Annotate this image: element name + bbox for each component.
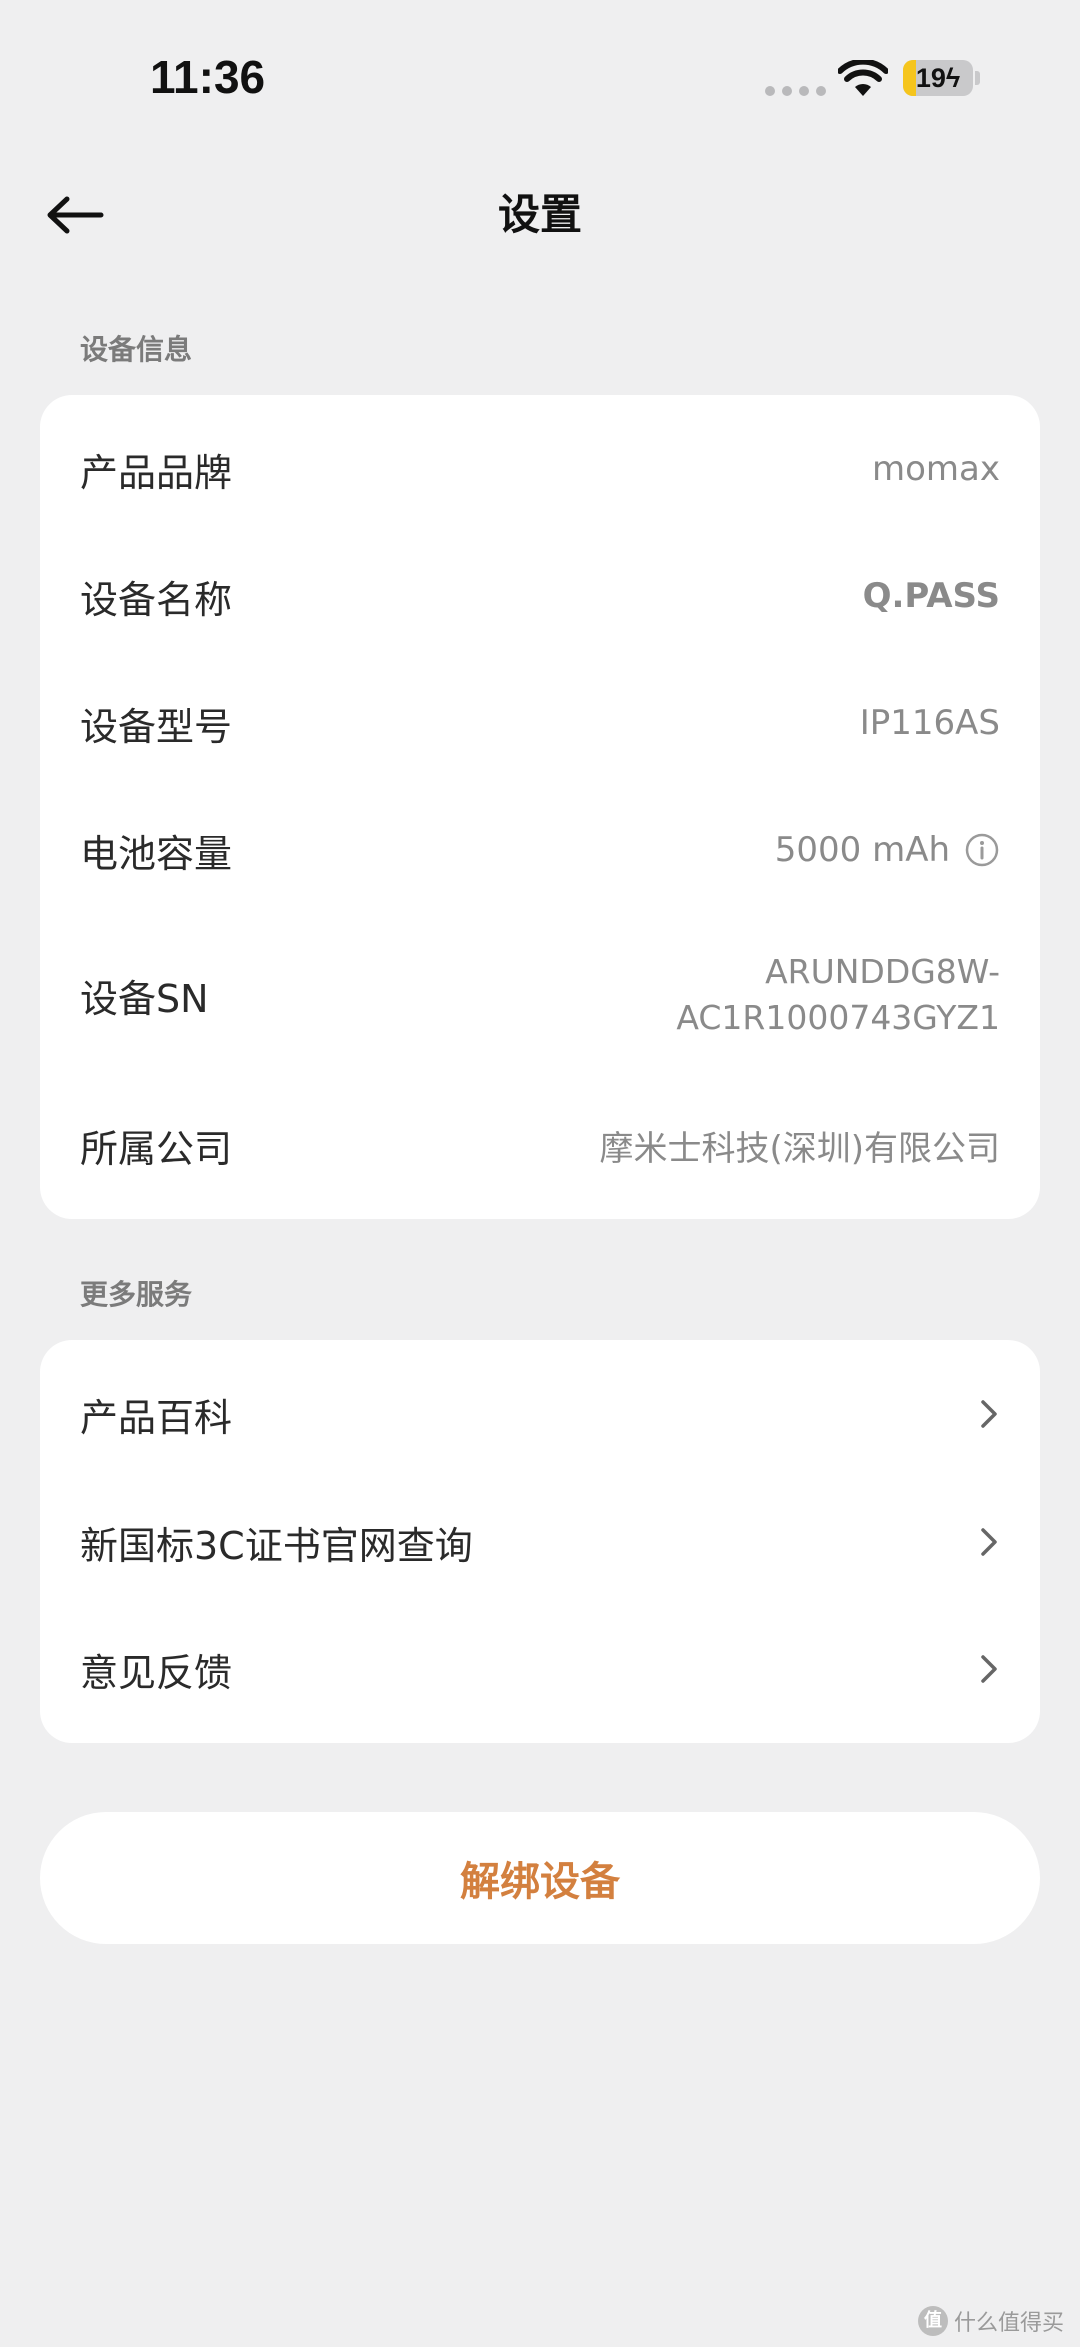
service-row-label: 意见反馈 [80,1650,233,1695]
nav-bar: 设置 [0,160,1080,270]
battery-nub [975,71,980,85]
service-row-feedback[interactable]: 意见反馈 [40,1595,1040,1743]
sn-line-2: AC1R1000743GYZ1 [676,998,1000,1037]
info-row-value: ARUNDDG8W- AC1R1000743GYZ1 [676,949,1000,1041]
info-row-company: 所属公司 摩米士科技(深圳)有限公司 [40,1071,1040,1219]
info-row-label: 设备名称 [80,577,233,622]
info-row-value: 摩米士科技(深圳)有限公司 [599,1128,1000,1169]
device-info-card: 产品品牌 momax 设备名称 Q.PASS 设备型号 IP116AS 电池容量… [40,395,1040,1219]
service-row-label: 产品百科 [80,1395,233,1440]
service-row-label: 新国标3C证书官网查询 [80,1523,473,1568]
info-row-serial-number: 设备SN ARUNDDG8W- AC1R1000743GYZ1 [40,915,1040,1075]
info-row-value: momax [872,449,1000,489]
info-row-value: 5000 mAh [774,830,950,870]
watermark-text: 什么值得买 [953,2311,1064,2336]
section-title-device-info: 设备信息 [80,333,193,366]
info-row-label: 设备SN [80,976,209,1021]
page-title: 设置 [497,190,582,239]
info-row-battery-capacity: 电池容量 5000 mAh [40,776,1040,924]
charging-bolt-icon: ϟ [945,63,961,93]
status-time: 11:36 [150,51,266,103]
info-circle-icon[interactable] [964,832,1000,868]
service-row-product-wiki[interactable]: 产品百科 [40,1340,1040,1488]
wifi-icon [838,60,888,96]
chevron-right-icon [981,1528,997,1556]
info-row-value-wrap: 5000 mAh [775,830,1000,870]
battery-icon: 19ϟ [903,60,973,96]
info-row-label: 电池容量 [80,831,233,876]
info-row-brand: 产品品牌 momax [40,395,1040,543]
sn-line-1: ARUNDDG8W- [765,952,1000,991]
chevron-right-icon [981,1655,997,1683]
arrow-left-icon [47,196,104,234]
chevron-right-icon [981,1400,997,1428]
battery-level: 19ϟ [915,63,961,93]
info-row-label: 产品品牌 [80,450,233,495]
watermark-logo: 值 [917,2306,948,2336]
info-row-label: 所属公司 [80,1126,233,1171]
status-bar: 11:36 19ϟ [0,0,1080,150]
info-row-device-name: 设备名称 Q.PASS [40,522,1040,670]
watermark: 值 什么值得买 [917,2305,1064,2337]
info-row-model: 设备型号 IP116AS [40,649,1040,797]
info-row-value: IP116AS [859,703,1000,743]
more-services-card: 产品百科 新国标3C证书官网查询 意见反馈 [40,1340,1040,1743]
cellular-signal-icon [765,86,826,96]
section-title-more-services: 更多服务 [80,1278,193,1311]
service-row-3c-certificate[interactable]: 新国标3C证书官网查询 [40,1468,1040,1616]
unbind-device-button[interactable]: 解绑设备 [40,1812,1040,1944]
info-row-label: 设备型号 [80,704,233,749]
info-row-value: Q.PASS [862,576,1000,616]
back-button[interactable] [30,180,120,250]
